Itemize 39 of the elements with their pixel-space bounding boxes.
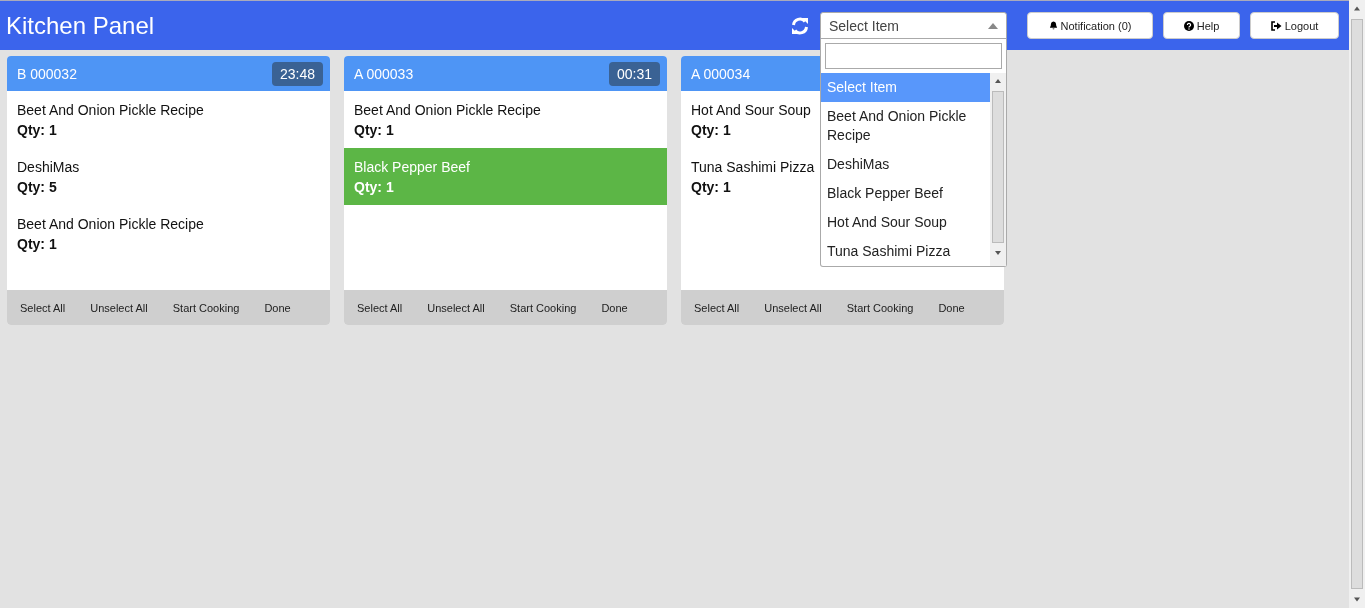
timer-badge: 23:48 bbox=[271, 61, 323, 86]
action-link[interactable]: Unselect All bbox=[420, 301, 492, 314]
page-scrollbar[interactable] bbox=[1349, 0, 1365, 608]
order-item[interactable]: DeshiMas Qty: 5 bbox=[7, 148, 330, 205]
app-title: Kitchen Panel bbox=[6, 11, 155, 40]
action-link[interactable]: Done bbox=[257, 301, 298, 314]
scrollbar[interactable] bbox=[990, 73, 1006, 266]
action-link[interactable]: Start Cooking bbox=[165, 301, 247, 314]
action-link[interactable]: Select All bbox=[13, 301, 73, 314]
item-select[interactable]: Select Item bbox=[820, 12, 1007, 39]
caret-icon bbox=[988, 22, 998, 29]
order-item[interactable]: Beet And Onion Pickle Recipe Qty: 1 bbox=[7, 205, 330, 262]
search-field[interactable] bbox=[825, 43, 1002, 69]
action-link[interactable]: Start Cooking bbox=[839, 301, 921, 314]
action-link[interactable]: Select All bbox=[687, 301, 747, 314]
order-item[interactable]: Beet And Onion Pickle Recipe Qty: 1 bbox=[344, 91, 667, 148]
bell-icon bbox=[1048, 21, 1058, 30]
order-number: A 000034 bbox=[691, 65, 751, 82]
help-icon bbox=[1183, 20, 1194, 31]
logout-button[interactable]: Logout bbox=[1250, 12, 1339, 39]
dropdown-option[interactable]: Beet And Onion Pickle Recipe bbox=[821, 102, 990, 150]
action-link[interactable]: Unselect All bbox=[83, 301, 155, 314]
action-link[interactable]: Done bbox=[594, 301, 635, 314]
dropdown-option[interactable]: Black Pepper Beef bbox=[821, 179, 990, 208]
notification-button[interactable]: Notification (0) bbox=[1027, 12, 1153, 39]
order-item[interactable]: Beet And Onion Pickle Recipe Qty: 1 bbox=[7, 91, 330, 148]
action-link[interactable]: Start Cooking bbox=[502, 301, 584, 314]
action-link[interactable]: Unselect All bbox=[757, 301, 829, 314]
dropdown-option[interactable]: DeshiMas bbox=[821, 150, 990, 179]
logout-icon bbox=[1270, 20, 1282, 31]
order-number: B 000032 bbox=[17, 65, 77, 82]
timer-badge: 00:31 bbox=[608, 61, 660, 86]
dropdown-option[interactable]: Tuna Sashimi Pizza bbox=[821, 237, 990, 266]
action-link[interactable]: Done bbox=[931, 301, 972, 314]
refresh-icon[interactable] bbox=[790, 15, 810, 36]
dropdown-option[interactable]: Hot And Sour Soup bbox=[821, 208, 990, 237]
help-button[interactable]: Help bbox=[1163, 12, 1240, 39]
action-link[interactable]: Select All bbox=[350, 301, 410, 314]
order-number: A 000033 bbox=[354, 65, 414, 82]
